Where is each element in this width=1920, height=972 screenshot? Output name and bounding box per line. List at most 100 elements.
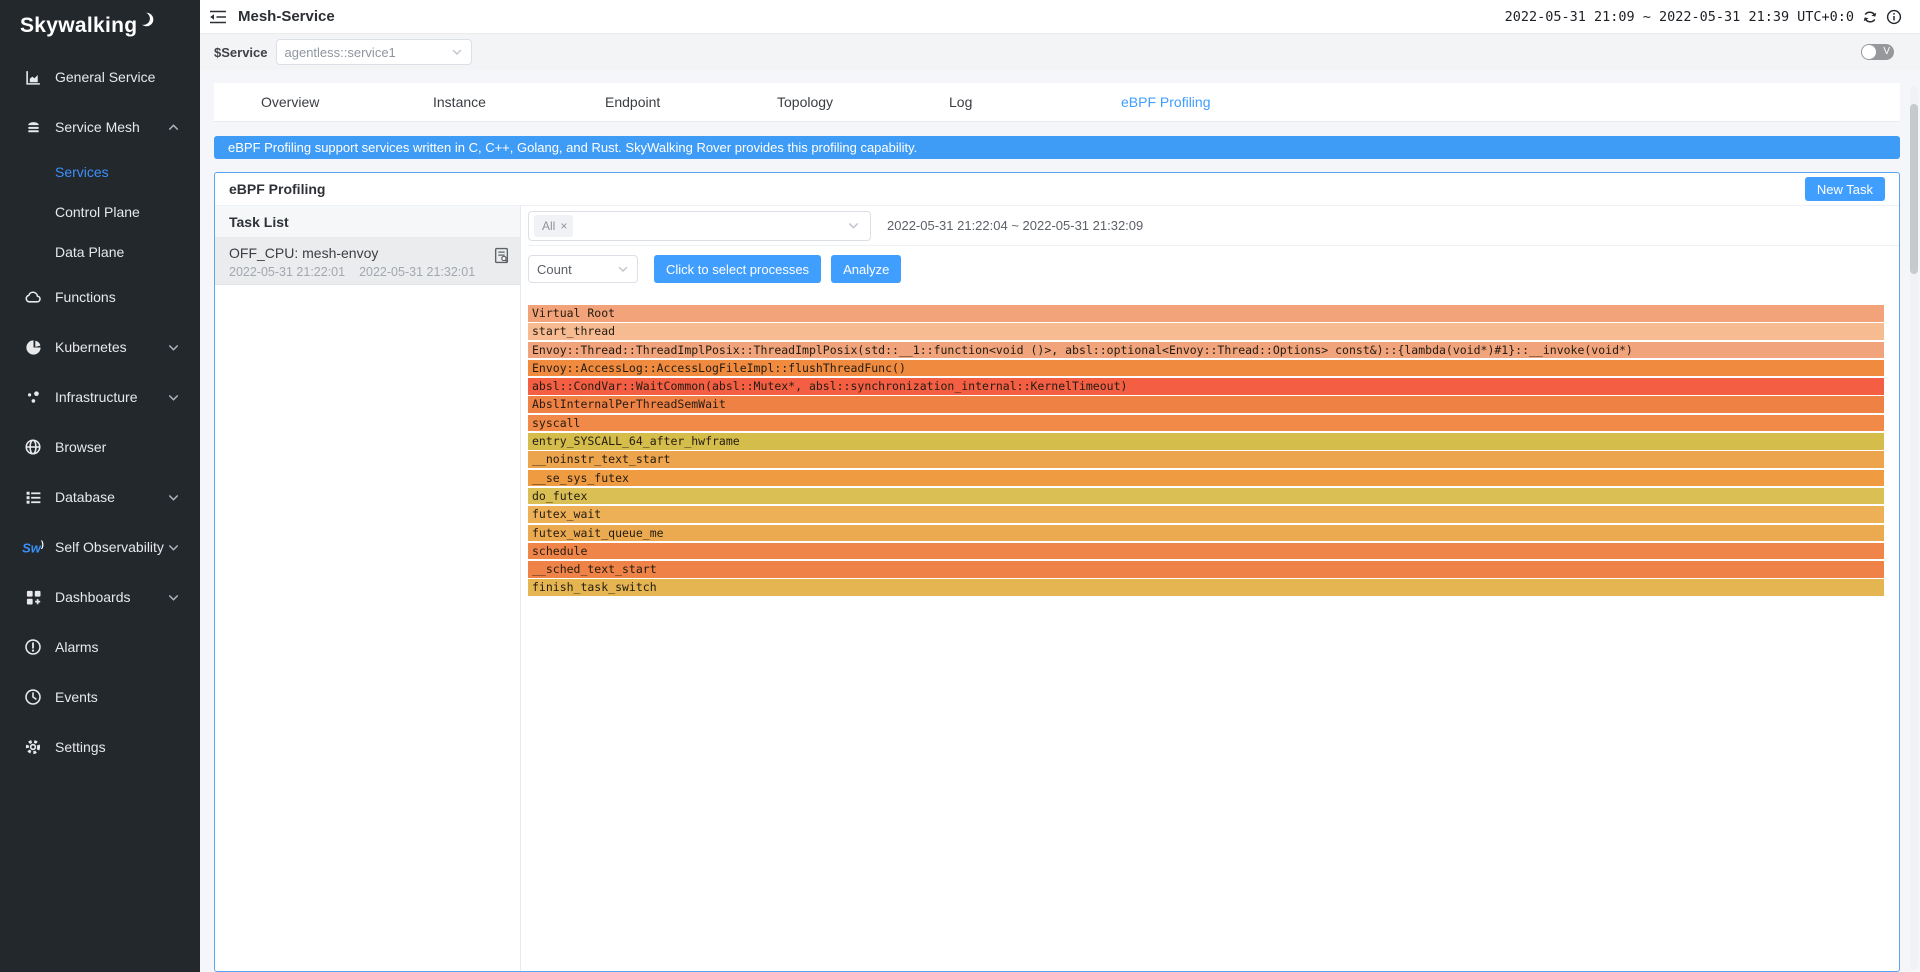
tab-topology[interactable]: Topology	[777, 94, 949, 110]
toggle-knob	[1862, 45, 1876, 59]
service-select[interactable]: agentless::service1	[276, 39, 472, 65]
tab-instance[interactable]: Instance	[433, 94, 605, 110]
chevron-down-icon	[847, 219, 860, 232]
flame-frame-noinstr-text-start[interactable]: __noinstr_text_start	[528, 451, 1884, 468]
vertical-scrollbar[interactable]	[1910, 86, 1918, 970]
sidebar-item-label: Kubernetes	[55, 339, 127, 355]
sidebar-item-alarms[interactable]: Alarms	[0, 622, 200, 672]
flame-frame-start-thread[interactable]: start_thread	[528, 323, 1884, 340]
sidebar-nav: General Service Service Mesh Services Contr…	[0, 52, 200, 772]
info-icon[interactable]	[1886, 9, 1902, 25]
tab-ebpf-profiling[interactable]: eBPF Profiling	[1121, 94, 1293, 110]
panel-header: eBPF Profiling New Task	[215, 173, 1899, 206]
refresh-icon[interactable]	[1862, 9, 1878, 25]
sidebar-item-label: Settings	[55, 739, 106, 755]
flame-graph: Virtual Rootstart_threadEnvoy::Thread::T…	[528, 305, 1884, 598]
sidebar-item-label: Services	[55, 164, 109, 180]
task-list-item[interactable]: OFF_CPU: mesh-envoy2022-05-31 21:22:0120…	[215, 238, 520, 285]
flame-frame-schedule[interactable]: schedule	[528, 543, 1884, 560]
sidebar-item-settings[interactable]: Settings	[0, 722, 200, 772]
scrollbar-thumb[interactable]	[1910, 104, 1918, 274]
version-toggle[interactable]: V	[1861, 44, 1894, 60]
sidebar-item-label: Database	[55, 489, 115, 505]
flame-frame-syscall[interactable]: syscall	[528, 415, 1884, 432]
chart-icon	[24, 68, 42, 86]
flame-frame-futex-wait[interactable]: futex_wait	[528, 506, 1884, 523]
global-time-range[interactable]: 2022-05-31 21:09 ~ 2022-05-31 21:39	[1505, 9, 1789, 25]
flame-frame-envoy-thread-threadimplposix-threadimplp[interactable]: Envoy::Thread::ThreadImplPosix::ThreadIm…	[528, 342, 1884, 359]
chevron-down-icon	[167, 491, 180, 504]
selected-filter-tag: All ×	[534, 215, 573, 237]
sidebar-item-label: General Service	[55, 69, 155, 85]
sw-icon: Sw)	[24, 538, 42, 556]
flame-frame-absl-condvar-waitcommon-absl-mutex-absl-[interactable]: absl::CondVar::WaitCommon(absl::Mutex*, …	[528, 378, 1884, 395]
sidebar-item-label: Control Plane	[55, 204, 140, 220]
sidebar-item-label: Infrastructure	[55, 389, 137, 405]
ebpf-profiling-panel: eBPF Profiling New Task Task List OFF_CP…	[214, 172, 1900, 972]
analysis-time-range: 2022-05-31 21:22:04 ~ 2022-05-31 21:32:0…	[887, 218, 1143, 233]
collapse-sidebar-icon[interactable]	[208, 9, 228, 25]
service-selector-bar: $Service agentless::service1 V	[200, 34, 1920, 70]
sidebar-item-services[interactable]: Services	[0, 152, 200, 192]
sidebar-item-dashboards[interactable]: Dashboards	[0, 572, 200, 622]
sidebar-item-label: Data Plane	[55, 244, 124, 260]
tab-log[interactable]: Log	[949, 94, 1121, 110]
close-icon[interactable]: ×	[560, 219, 567, 233]
sidebar-item-label: Functions	[55, 289, 116, 305]
sidebar-item-label: Dashboards	[55, 589, 131, 605]
sidebar-item-infrastructure[interactable]: Infrastructure	[0, 372, 200, 422]
sidebar-item-data-plane[interactable]: Data Plane	[0, 232, 200, 272]
chevron-down-icon	[167, 541, 180, 554]
flame-frame-virtual-root[interactable]: Virtual Root	[528, 305, 1884, 322]
new-task-button[interactable]: New Task	[1805, 177, 1885, 201]
aggregate-select-value: Count	[537, 262, 572, 277]
top-header: Mesh-Service 2022-05-31 21:09 ~ 2022-05-…	[200, 0, 1920, 34]
sidebar-item-browser[interactable]: Browser	[0, 422, 200, 472]
tab-overview[interactable]: Overview	[261, 94, 433, 110]
chevron-down-icon	[167, 591, 180, 604]
sidebar-item-label: Events	[55, 689, 98, 705]
sidebar: Skywalking General Service Service Mesh Se…	[0, 0, 200, 972]
select-processes-button[interactable]: Click to select processes	[654, 255, 821, 283]
task-list-header: Task List	[215, 206, 520, 238]
flame-frame-entry-syscall-64-after-hwframe[interactable]: entry_SYSCALL_64_after_hwframe	[528, 433, 1884, 450]
sidebar-item-self-observability[interactable]: Sw)Self Observability	[0, 522, 200, 572]
chevron-up-icon	[167, 121, 180, 134]
main-area: Mesh-Service 2022-05-31 21:09 ~ 2022-05-…	[200, 0, 1920, 972]
page-title: Mesh-Service	[238, 8, 335, 25]
dashboard-tabs: OverviewInstanceEndpointTopologyLogeBPF …	[214, 83, 1900, 122]
infrastructure-icon	[24, 388, 42, 406]
flame-frame-sched-text-start[interactable]: __sched_text_start	[528, 561, 1884, 578]
sidebar-item-functions[interactable]: Functions	[0, 272, 200, 322]
flame-frame-do-futex[interactable]: do_futex	[528, 488, 1884, 505]
flame-frame-envoy-accesslog-accesslogfileimpl-flusht[interactable]: Envoy::AccessLog::AccessLogFileImpl::flu…	[528, 360, 1884, 377]
chevron-down-icon	[167, 391, 180, 404]
sidebar-item-control-plane[interactable]: Control Plane	[0, 192, 200, 232]
task-detail-icon[interactable]	[493, 247, 510, 269]
chevron-down-icon	[451, 46, 463, 58]
skywalking-logo[interactable]: Skywalking	[0, 0, 200, 52]
events-icon	[24, 688, 42, 706]
instances-multiselect[interactable]: All ×	[528, 211, 871, 241]
sidebar-item-kubernetes[interactable]: Kubernetes	[0, 322, 200, 372]
panel-title: eBPF Profiling	[229, 181, 325, 197]
aggregate-select[interactable]: Count	[528, 255, 638, 283]
analyze-button[interactable]: Analyze	[831, 255, 901, 283]
content-area: OverviewInstanceEndpointTopologyLogeBPF …	[200, 70, 1920, 972]
sidebar-item-general-service[interactable]: General Service	[0, 52, 200, 102]
tab-endpoint[interactable]: Endpoint	[605, 94, 777, 110]
flame-frame-se-sys-futex[interactable]: __se_sys_futex	[528, 470, 1884, 487]
globe-icon	[24, 438, 42, 456]
flame-frame-finish-task-switch[interactable]: finish_task_switch	[528, 579, 1884, 596]
flame-frame-futex-wait-queue-me[interactable]: futex_wait_queue_me	[528, 525, 1884, 542]
sidebar-item-service-mesh[interactable]: Service Mesh	[0, 102, 200, 152]
sidebar-item-events[interactable]: Events	[0, 672, 200, 722]
alarm-icon	[24, 638, 42, 656]
service-select-value: agentless::service1	[285, 45, 396, 60]
utc-offset[interactable]: UTC+0:0	[1797, 9, 1854, 25]
task-name: OFF_CPU: mesh-envoy	[229, 245, 508, 261]
sidebar-item-database[interactable]: Database	[0, 472, 200, 522]
flame-frame-abslinternalperthreadsemwait[interactable]: AbslInternalPerThreadSemWait	[528, 396, 1884, 413]
banner-text: eBPF Profiling support services written …	[228, 140, 917, 155]
app-root: Skywalking General Service Service Mesh Se…	[0, 0, 1920, 972]
